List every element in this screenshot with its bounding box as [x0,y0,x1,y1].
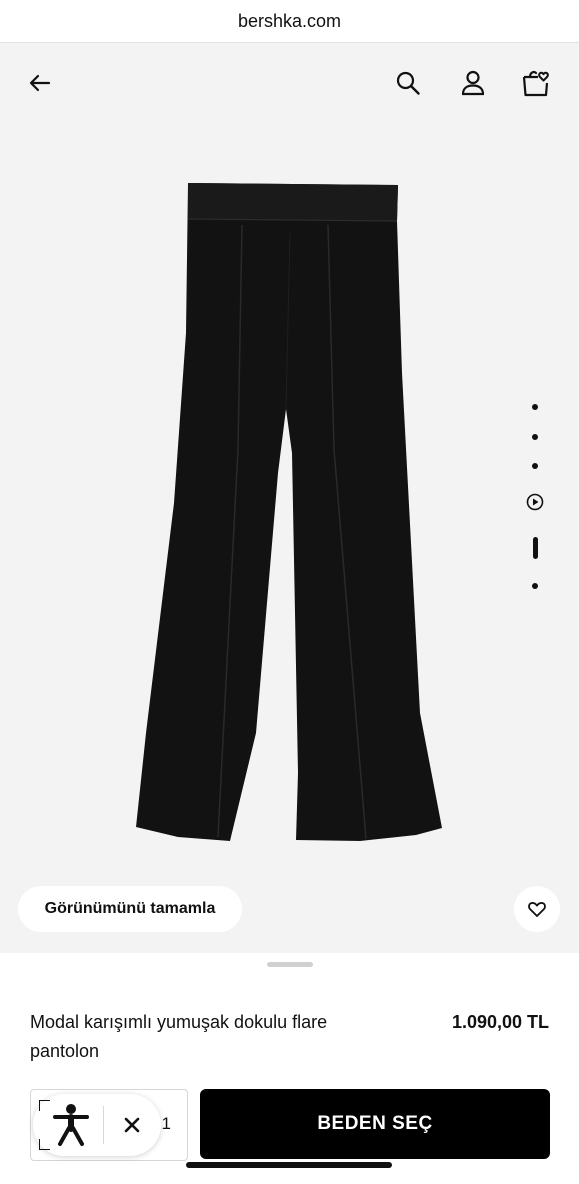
gallery-dot[interactable] [532,583,538,589]
play-video-icon[interactable] [526,493,544,511]
browser-url-bar[interactable]: bershka.com [0,0,579,43]
wishlist-bag-button[interactable] [518,65,554,101]
gallery-dot[interactable] [532,463,538,469]
back-button[interactable] [22,65,58,101]
home-indicator [186,1162,392,1168]
widget-corner-mark [39,1100,50,1111]
gallery-dot[interactable] [532,434,538,440]
gallery-dot[interactable] [532,404,538,410]
favorite-button[interactable] [514,886,560,932]
account-button[interactable] [455,65,491,101]
widget-corner-mark [39,1139,50,1150]
accessibility-close-button[interactable] [117,1110,147,1140]
search-button[interactable] [390,65,426,101]
select-size-label: BEDEN SEÇ [317,1113,433,1134]
widget-divider [103,1106,104,1144]
accessibility-person-icon[interactable] [51,1102,91,1148]
search-icon [396,71,420,95]
arrow-left-icon [29,74,51,92]
gallery-dot-active[interactable] [532,537,538,559]
product-title: Modal karışımlı yumuşak dokulu flare pan… [30,1012,328,1061]
product-info-sheet: Modal karışımlı yumuşak dokulu flare pan… [0,953,579,1184]
select-size-button[interactable]: BEDEN SEÇ [200,1089,550,1159]
quantity-selector[interactable]: 1 [30,1089,188,1161]
heart-icon [528,902,546,917]
accessibility-widget [33,1094,161,1156]
sheet-drag-handle[interactable] [267,962,313,967]
close-icon [124,1117,140,1133]
complete-look-label: Görünümünü tamamla [44,900,216,917]
user-icon [461,70,485,96]
product-image-flare-pants[interactable] [120,173,450,893]
product-price: 1.090,00 TL [451,1012,549,1032]
complete-look-button[interactable]: Görünümünü tamamla [18,886,242,932]
product-gallery[interactable]: Görünümünü tamamla [0,43,579,953]
top-navigation [0,65,579,99]
url-text: bershka.com [237,10,342,31]
bag-heart-icon [522,70,549,97]
quantity-value: 1 [161,1114,171,1133]
